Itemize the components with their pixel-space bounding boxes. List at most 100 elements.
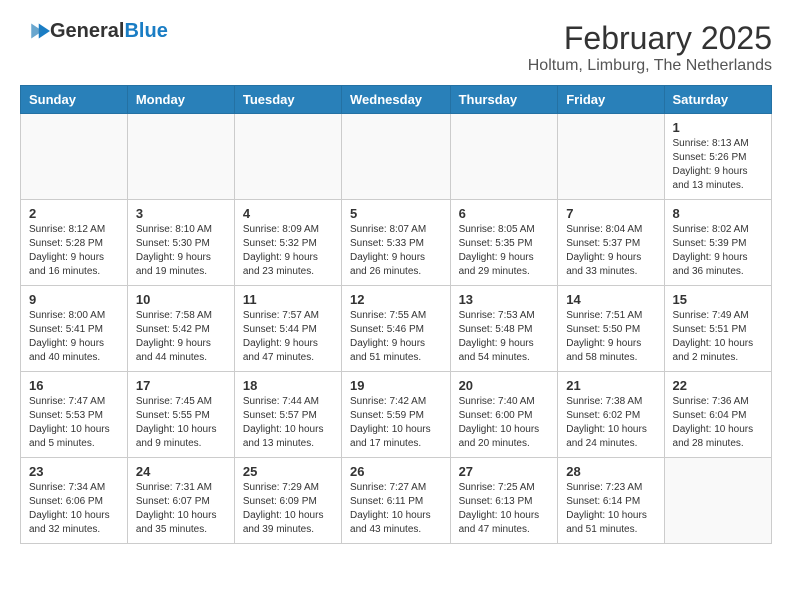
calendar-cell: 5 Sunrise: 8:07 AM Sunset: 5:33 PM Daylig…	[342, 200, 451, 286]
day-info: Sunrise: 8:00 AM Sunset: 5:41 PM Dayligh…	[29, 309, 119, 365]
day-number: 3	[136, 206, 226, 221]
day-number: 8	[673, 206, 763, 221]
day-header-thursday: Thursday	[450, 86, 558, 114]
day-header-monday: Monday	[127, 86, 234, 114]
calendar-cell: 22 Sunrise: 7:36 AM Sunset: 6:04 PM Dayli…	[664, 372, 771, 458]
day-number: 9	[29, 292, 119, 307]
calendar-cell: 12 Sunrise: 7:55 AM Sunset: 5:46 PM Dayli…	[342, 286, 451, 372]
calendar-cell: 16Sunrise: 7:47 AM Sunset: 5:53 PM Dayli…	[21, 372, 128, 458]
day-number: 4	[243, 206, 333, 221]
day-header-wednesday: Wednesday	[342, 86, 451, 114]
week-row-1: 1 Sunrise: 8:13 AM Sunset: 5:26 PM Daylig…	[21, 114, 772, 200]
calendar-cell: 4 Sunrise: 8:09 AM Sunset: 5:32 PM Daylig…	[234, 200, 341, 286]
day-info: Sunrise: 7:23 AM Sunset: 6:14 PM Dayligh…	[566, 481, 655, 537]
day-number: 25	[243, 464, 333, 479]
day-info: Sunrise: 7:25 AM Sunset: 6:13 PM Dayligh…	[459, 481, 550, 537]
day-number: 7	[566, 206, 655, 221]
calendar-cell: 9 Sunrise: 8:00 AM Sunset: 5:41 PM Daylig…	[21, 286, 128, 372]
day-number: 28	[566, 464, 655, 479]
week-row-2: 2 Sunrise: 8:12 AM Sunset: 5:28 PM Daylig…	[21, 200, 772, 286]
day-info: Sunrise: 8:09 AM Sunset: 5:32 PM Dayligh…	[243, 223, 333, 279]
day-info: Sunrise: 8:05 AM Sunset: 5:35 PM Dayligh…	[459, 223, 550, 279]
calendar-cell: 23 Sunrise: 7:34 AM Sunset: 6:06 PM Dayli…	[21, 458, 128, 544]
logo-blue: Blue	[124, 20, 167, 42]
calendar-cell: 21Sunrise: 7:38 AM Sunset: 6:02 PM Dayli…	[558, 372, 664, 458]
calendar-cell	[664, 458, 771, 544]
calendar-cell: 11Sunrise: 7:57 AM Sunset: 5:44 PM Dayli…	[234, 286, 341, 372]
day-number: 1	[673, 120, 763, 135]
day-number: 27	[459, 464, 550, 479]
calendar-cell: 27 Sunrise: 7:25 AM Sunset: 6:13 PM Dayli…	[450, 458, 558, 544]
day-header-sunday: Sunday	[21, 86, 128, 114]
calendar-cell: 25 Sunrise: 7:29 AM Sunset: 6:09 PM Dayli…	[234, 458, 341, 544]
calendar-cell: 14 Sunrise: 7:51 AM Sunset: 5:50 PM Dayli…	[558, 286, 664, 372]
day-info: Sunrise: 7:44 AM Sunset: 5:57 PM Dayligh…	[243, 395, 333, 451]
day-number: 13	[459, 292, 550, 307]
calendar-cell	[127, 114, 234, 200]
week-row-3: 9 Sunrise: 8:00 AM Sunset: 5:41 PM Daylig…	[21, 286, 772, 372]
day-info: Sunrise: 8:07 AM Sunset: 5:33 PM Dayligh…	[350, 223, 442, 279]
calendar-cell: 13 Sunrise: 7:53 AM Sunset: 5:48 PM Dayli…	[450, 286, 558, 372]
day-info: Sunrise: 7:34 AM Sunset: 6:06 PM Dayligh…	[29, 481, 119, 537]
calendar-cell	[558, 114, 664, 200]
day-number: 22	[673, 378, 763, 393]
day-info: Sunrise: 8:13 AM Sunset: 5:26 PM Dayligh…	[673, 137, 763, 193]
day-info: Sunrise: 7:58 AM Sunset: 5:42 PM Dayligh…	[136, 309, 226, 365]
calendar-cell: 26 Sunrise: 7:27 AM Sunset: 6:11 PM Dayli…	[342, 458, 451, 544]
day-number: 14	[566, 292, 655, 307]
day-number: 20	[459, 378, 550, 393]
day-number: 26	[350, 464, 442, 479]
calendar-cell: 2 Sunrise: 8:12 AM Sunset: 5:28 PM Daylig…	[21, 200, 128, 286]
month-title: February 2025	[528, 20, 772, 57]
day-info: Sunrise: 7:51 AM Sunset: 5:50 PM Dayligh…	[566, 309, 655, 365]
day-info: Sunrise: 7:36 AM Sunset: 6:04 PM Dayligh…	[673, 395, 763, 451]
day-info: Sunrise: 8:04 AM Sunset: 5:37 PM Dayligh…	[566, 223, 655, 279]
day-number: 17	[136, 378, 226, 393]
day-info: Sunrise: 7:27 AM Sunset: 6:11 PM Dayligh…	[350, 481, 442, 537]
day-info: Sunrise: 8:02 AM Sunset: 5:39 PM Dayligh…	[673, 223, 763, 279]
day-number: 5	[350, 206, 442, 221]
day-number: 23	[29, 464, 119, 479]
calendar-cell: 20 Sunrise: 7:40 AM Sunset: 6:00 PM Dayli…	[450, 372, 558, 458]
logo: GeneralBlue	[20, 20, 168, 43]
logo-general: General	[50, 20, 124, 42]
day-header-saturday: Saturday	[664, 86, 771, 114]
day-number: 12	[350, 292, 442, 307]
day-info: Sunrise: 7:38 AM Sunset: 6:02 PM Dayligh…	[566, 395, 655, 451]
day-info: Sunrise: 7:45 AM Sunset: 5:55 PM Dayligh…	[136, 395, 226, 451]
day-number: 16	[29, 378, 119, 393]
day-number: 15	[673, 292, 763, 307]
week-row-4: 16Sunrise: 7:47 AM Sunset: 5:53 PM Dayli…	[21, 372, 772, 458]
calendar-cell: 18 Sunrise: 7:44 AM Sunset: 5:57 PM Dayli…	[234, 372, 341, 458]
calendar-cell	[342, 114, 451, 200]
day-info: Sunrise: 7:53 AM Sunset: 5:48 PM Dayligh…	[459, 309, 550, 365]
day-number: 2	[29, 206, 119, 221]
calendar-cell: 15 Sunrise: 7:49 AM Sunset: 5:51 PM Dayli…	[664, 286, 771, 372]
title-area: February 2025 Holtum, Limburg, The Nethe…	[528, 20, 772, 75]
calendar-cell: 10Sunrise: 7:58 AM Sunset: 5:42 PM Dayli…	[127, 286, 234, 372]
day-info: Sunrise: 7:55 AM Sunset: 5:46 PM Dayligh…	[350, 309, 442, 365]
day-info: Sunrise: 8:10 AM Sunset: 5:30 PM Dayligh…	[136, 223, 226, 279]
day-info: Sunrise: 7:31 AM Sunset: 6:07 PM Dayligh…	[136, 481, 226, 537]
day-info: Sunrise: 7:40 AM Sunset: 6:00 PM Dayligh…	[459, 395, 550, 451]
day-info: Sunrise: 8:12 AM Sunset: 5:28 PM Dayligh…	[29, 223, 119, 279]
day-number: 19	[350, 378, 442, 393]
calendar-header-row: SundayMondayTuesdayWednesdayThursdayFrid…	[21, 86, 772, 114]
day-info: Sunrise: 7:42 AM Sunset: 5:59 PM Dayligh…	[350, 395, 442, 451]
day-info: Sunrise: 7:29 AM Sunset: 6:09 PM Dayligh…	[243, 481, 333, 537]
week-row-5: 23 Sunrise: 7:34 AM Sunset: 6:06 PM Dayli…	[21, 458, 772, 544]
calendar-cell: 19 Sunrise: 7:42 AM Sunset: 5:59 PM Dayli…	[342, 372, 451, 458]
page-header: GeneralBlue February 2025 Holtum, Limbur…	[20, 20, 772, 75]
day-header-friday: Friday	[558, 86, 664, 114]
calendar-cell: 17 Sunrise: 7:45 AM Sunset: 5:55 PM Dayli…	[127, 372, 234, 458]
day-info: Sunrise: 7:49 AM Sunset: 5:51 PM Dayligh…	[673, 309, 763, 365]
day-number: 6	[459, 206, 550, 221]
day-number: 24	[136, 464, 226, 479]
day-header-tuesday: Tuesday	[234, 86, 341, 114]
calendar-cell: 24 Sunrise: 7:31 AM Sunset: 6:07 PM Dayli…	[127, 458, 234, 544]
calendar-cell	[21, 114, 128, 200]
day-number: 18	[243, 378, 333, 393]
calendar-table: SundayMondayTuesdayWednesdayThursdayFrid…	[20, 85, 772, 544]
calendar-cell: 3 Sunrise: 8:10 AM Sunset: 5:30 PM Daylig…	[127, 200, 234, 286]
location-subtitle: Holtum, Limburg, The Netherlands	[528, 57, 772, 75]
